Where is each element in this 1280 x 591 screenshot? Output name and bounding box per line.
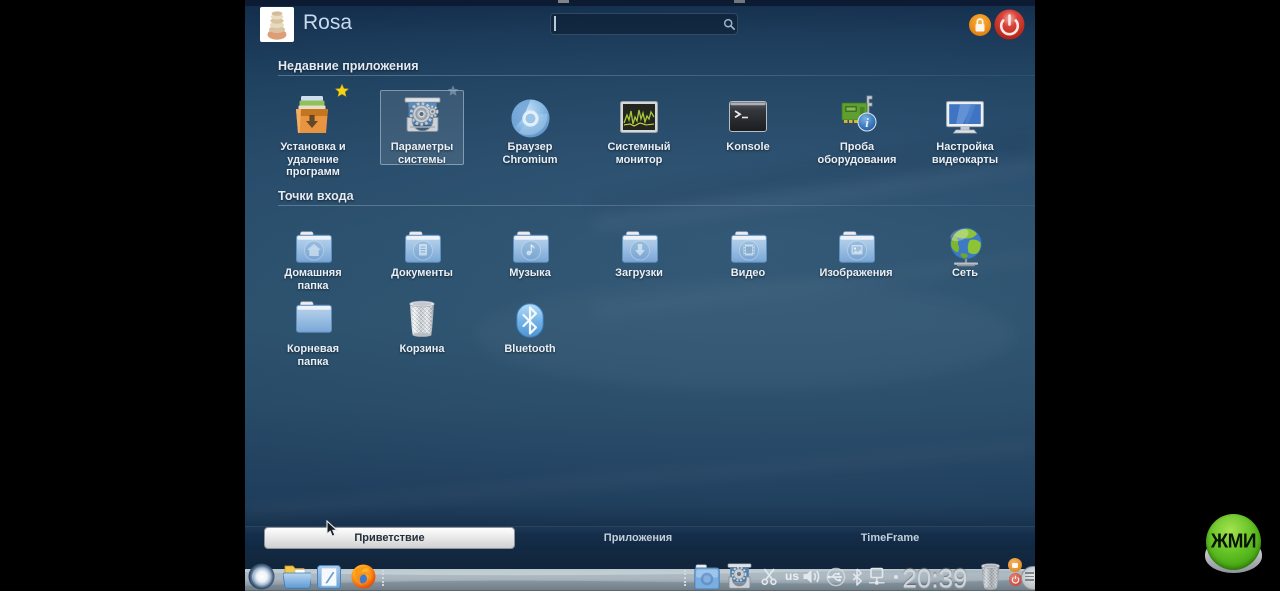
svg-text:i: i — [865, 115, 869, 130]
